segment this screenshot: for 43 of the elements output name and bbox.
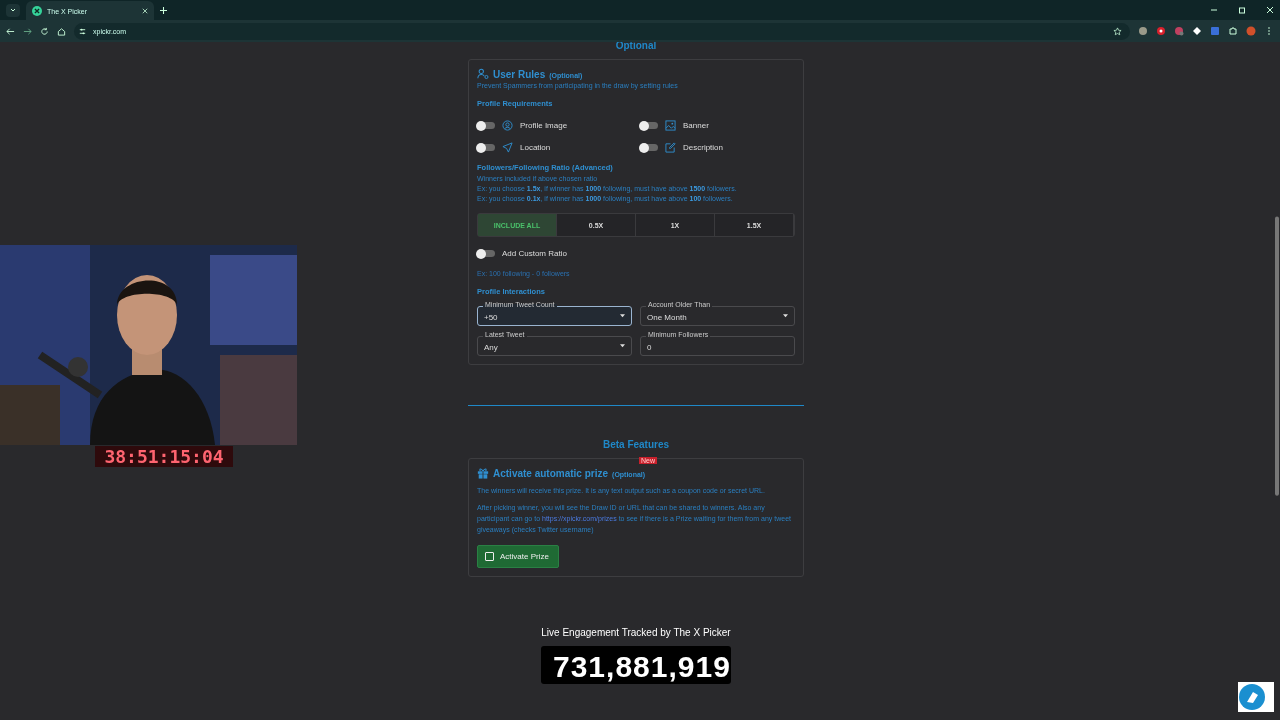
caret-icon bbox=[620, 344, 625, 348]
close-icon[interactable] bbox=[1266, 6, 1274, 14]
site-logo-icon bbox=[32, 6, 42, 16]
activate-prize-button[interactable]: Activate Prize bbox=[477, 545, 559, 568]
live-label: Live Engagement Tracked by The X Picker bbox=[540, 627, 732, 638]
forward-icon[interactable] bbox=[23, 26, 32, 36]
toggle-label: Add Custom Ratio bbox=[502, 249, 567, 258]
toggle-switch[interactable] bbox=[477, 250, 495, 257]
tab-list-button[interactable] bbox=[6, 3, 20, 17]
toggle-label: Banner bbox=[683, 121, 709, 130]
reload-icon[interactable] bbox=[40, 26, 49, 36]
send-icon bbox=[502, 142, 513, 153]
toggle-label: Description bbox=[683, 143, 723, 152]
help-widget-icon[interactable] bbox=[1238, 682, 1274, 712]
stream-timer: 38:51:15:04 bbox=[95, 446, 233, 467]
minimize-icon[interactable] bbox=[1210, 6, 1218, 14]
toggle-label: Profile Image bbox=[520, 121, 568, 130]
close-tab-icon[interactable] bbox=[142, 8, 148, 14]
engagement-counter: 731,881,919 bbox=[541, 646, 731, 684]
toggle-switch[interactable] bbox=[640, 122, 658, 129]
caret-icon bbox=[783, 314, 788, 318]
new-tab-icon[interactable] bbox=[160, 6, 167, 14]
users-icon bbox=[477, 68, 489, 80]
section-heading: Beta Features bbox=[601, 440, 671, 450]
edit-icon bbox=[665, 142, 676, 153]
section-heading: Optional bbox=[614, 42, 658, 51]
card-title: User Rules bbox=[493, 68, 546, 80]
home-icon[interactable] bbox=[57, 26, 66, 36]
toggle-switch[interactable] bbox=[477, 122, 495, 129]
checkbox[interactable] bbox=[485, 552, 494, 561]
site-settings-icon[interactable] bbox=[78, 26, 87, 36]
restore-icon[interactable] bbox=[1238, 6, 1246, 14]
image-icon bbox=[665, 120, 676, 131]
back-icon[interactable] bbox=[6, 26, 15, 36]
toggle-switch[interactable] bbox=[477, 144, 495, 151]
toggle-label: Location bbox=[520, 143, 551, 152]
gift-icon bbox=[477, 467, 489, 479]
toggle-switch[interactable] bbox=[640, 144, 658, 151]
profile-avatar-icon[interactable] bbox=[1246, 26, 1256, 36]
card-title: Activate automatic prize bbox=[493, 467, 609, 479]
user-circle-icon bbox=[502, 120, 513, 131]
bookmark-star-icon[interactable] bbox=[1113, 26, 1122, 36]
caret-icon bbox=[620, 314, 625, 318]
